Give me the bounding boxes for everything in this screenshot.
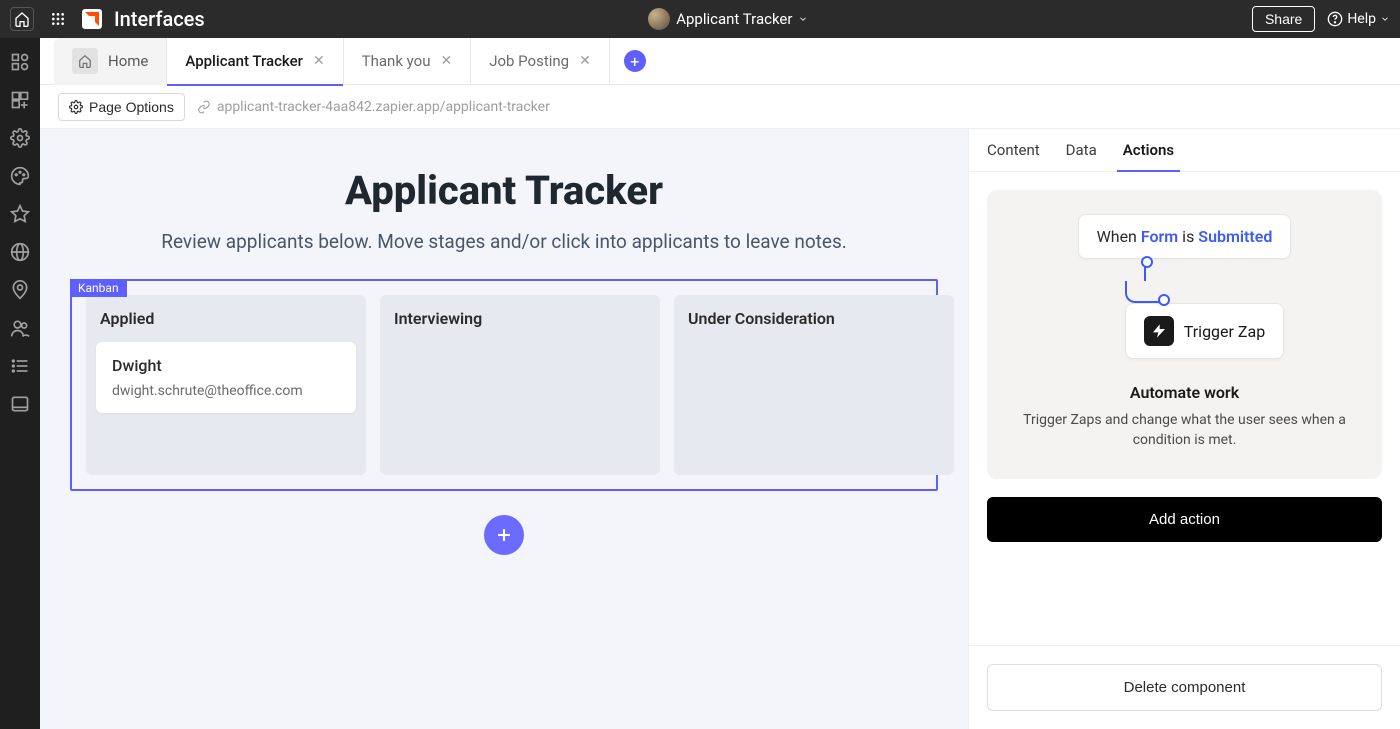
- left-sidebar: [0, 38, 40, 729]
- kanban-card-subtitle: dwight.schrute@theoffice.com: [112, 383, 340, 399]
- tab-label: Home: [108, 52, 148, 70]
- kanban-component[interactable]: Kanban Applied Dwight dwight.schrute@the…: [70, 279, 938, 491]
- right-panel-tabs: Content Data Actions: [969, 129, 1400, 172]
- tab-label: Thank you: [362, 52, 431, 70]
- project-avatar: [648, 8, 670, 30]
- topbar-center[interactable]: Applicant Tracker: [217, 8, 1240, 30]
- close-icon[interactable]: ✕: [440, 53, 452, 69]
- home-icon[interactable]: [10, 7, 34, 31]
- tab-label: Applicant Tracker: [185, 52, 303, 70]
- globe-icon[interactable]: [10, 242, 30, 262]
- tab-job-posting[interactable]: Job Posting ✕: [471, 38, 610, 85]
- home-icon: [72, 48, 98, 74]
- star-icon[interactable]: [10, 204, 30, 224]
- rp-tab-data[interactable]: Data: [1066, 141, 1097, 171]
- canvas[interactable]: Applicant Tracker Review applicants belo…: [40, 129, 968, 729]
- flow-card: When Form is Submitted: [987, 190, 1382, 479]
- tab-applicant-tracker[interactable]: Applicant Tracker ✕: [167, 38, 343, 85]
- kanban-badge: Kanban: [70, 279, 127, 297]
- zap-icon: [1144, 316, 1174, 346]
- add-page-button[interactable]: +: [624, 50, 646, 72]
- gear-icon[interactable]: [10, 128, 30, 148]
- page-tabs: Home Applicant Tracker ✕ Thank you ✕ Job…: [40, 38, 1400, 85]
- tab-label: Job Posting: [489, 52, 569, 70]
- page-title: Applicant Tracker: [40, 167, 968, 214]
- share-button[interactable]: Share: [1252, 6, 1315, 32]
- flow-heading: Automate work: [1005, 383, 1364, 402]
- kanban-column-title: Applied: [96, 309, 356, 328]
- workspace: Home Applicant Tracker ✕ Thank you ✕ Job…: [40, 38, 1400, 729]
- options-row: Page Options applicant-tracker-4aa842.za…: [40, 85, 1400, 129]
- flow-trigger-node[interactable]: When Form is Submitted: [1078, 214, 1292, 259]
- flow-connector-elbow: [1125, 281, 1165, 303]
- flow-description: Trigger Zaps and change what the user se…: [1005, 410, 1364, 451]
- app-title: Interfaces: [114, 7, 205, 31]
- panel-icon[interactable]: [10, 394, 30, 414]
- location-icon[interactable]: [10, 280, 30, 300]
- add-component-button[interactable]: [484, 515, 524, 555]
- users-icon[interactable]: [10, 318, 30, 338]
- layout-add-icon[interactable]: [10, 90, 30, 110]
- flow-action-node[interactable]: Trigger Zap: [1125, 303, 1284, 359]
- page-url-text: applicant-tracker-4aa842.zapier.app/appl…: [217, 99, 550, 115]
- kanban-column-interviewing[interactable]: Interviewing: [380, 295, 660, 475]
- page-options-label: Page Options: [89, 99, 174, 115]
- chevron-down-icon: [1380, 14, 1390, 24]
- flow-word-when: When: [1097, 227, 1137, 246]
- kanban-columns: Applied Dwight dwight.schrute@theoffice.…: [86, 295, 922, 475]
- topbar: Interfaces Applicant Tracker Share Help: [0, 0, 1400, 38]
- right-panel-footer: Delete component: [969, 645, 1400, 729]
- topbar-left: Interfaces: [10, 7, 205, 31]
- flow-word-is: is: [1182, 227, 1194, 246]
- right-panel: Content Data Actions When Form is: [968, 129, 1400, 729]
- link-icon: [197, 100, 211, 114]
- flow-word-submitted: Submitted: [1198, 227, 1272, 246]
- canvas-wrap: Applicant Tracker Review applicants belo…: [40, 129, 1400, 729]
- kanban-column-applied[interactable]: Applied Dwight dwight.schrute@theoffice.…: [86, 295, 366, 475]
- kanban-card-title: Dwight: [112, 356, 340, 375]
- page-subtitle: Review applicants below. Move stages and…: [40, 230, 968, 253]
- palette-icon[interactable]: [10, 166, 30, 186]
- flow-action-label: Trigger Zap: [1184, 322, 1265, 341]
- flow-word-form: Form: [1141, 227, 1178, 246]
- rp-tab-actions[interactable]: Actions: [1123, 141, 1174, 171]
- help-button[interactable]: Help: [1327, 11, 1390, 27]
- page-url[interactable]: applicant-tracker-4aa842.zapier.app/appl…: [197, 99, 550, 115]
- tab-thank-you[interactable]: Thank you ✕: [344, 38, 472, 85]
- components-icon[interactable]: [10, 52, 30, 72]
- add-action-button[interactable]: Add action: [987, 497, 1382, 542]
- page-options-button[interactable]: Page Options: [58, 93, 185, 121]
- help-icon: [1327, 11, 1343, 27]
- flow-connector: [1144, 259, 1146, 281]
- brand-logo: [82, 9, 102, 29]
- tab-home[interactable]: Home: [54, 38, 167, 85]
- right-panel-body: When Form is Submitted: [969, 172, 1400, 645]
- kanban-column-title: Interviewing: [390, 309, 650, 328]
- list-icon[interactable]: [10, 356, 30, 376]
- close-icon[interactable]: ✕: [579, 53, 591, 69]
- help-label: Help: [1347, 11, 1376, 27]
- chevron-down-icon: [798, 14, 808, 24]
- kanban-column-title: Under Consideration: [684, 309, 944, 328]
- gear-icon: [69, 100, 83, 114]
- delete-component-button[interactable]: Delete component: [987, 664, 1382, 711]
- kanban-column-under-consideration[interactable]: Under Consideration: [674, 295, 954, 475]
- topbar-right: Share Help: [1252, 6, 1390, 32]
- close-icon[interactable]: ✕: [313, 53, 325, 69]
- apps-grid-icon[interactable]: [46, 7, 70, 31]
- project-name: Applicant Tracker: [676, 10, 792, 28]
- kanban-card[interactable]: Dwight dwight.schrute@theoffice.com: [96, 342, 356, 413]
- rp-tab-content[interactable]: Content: [987, 141, 1040, 171]
